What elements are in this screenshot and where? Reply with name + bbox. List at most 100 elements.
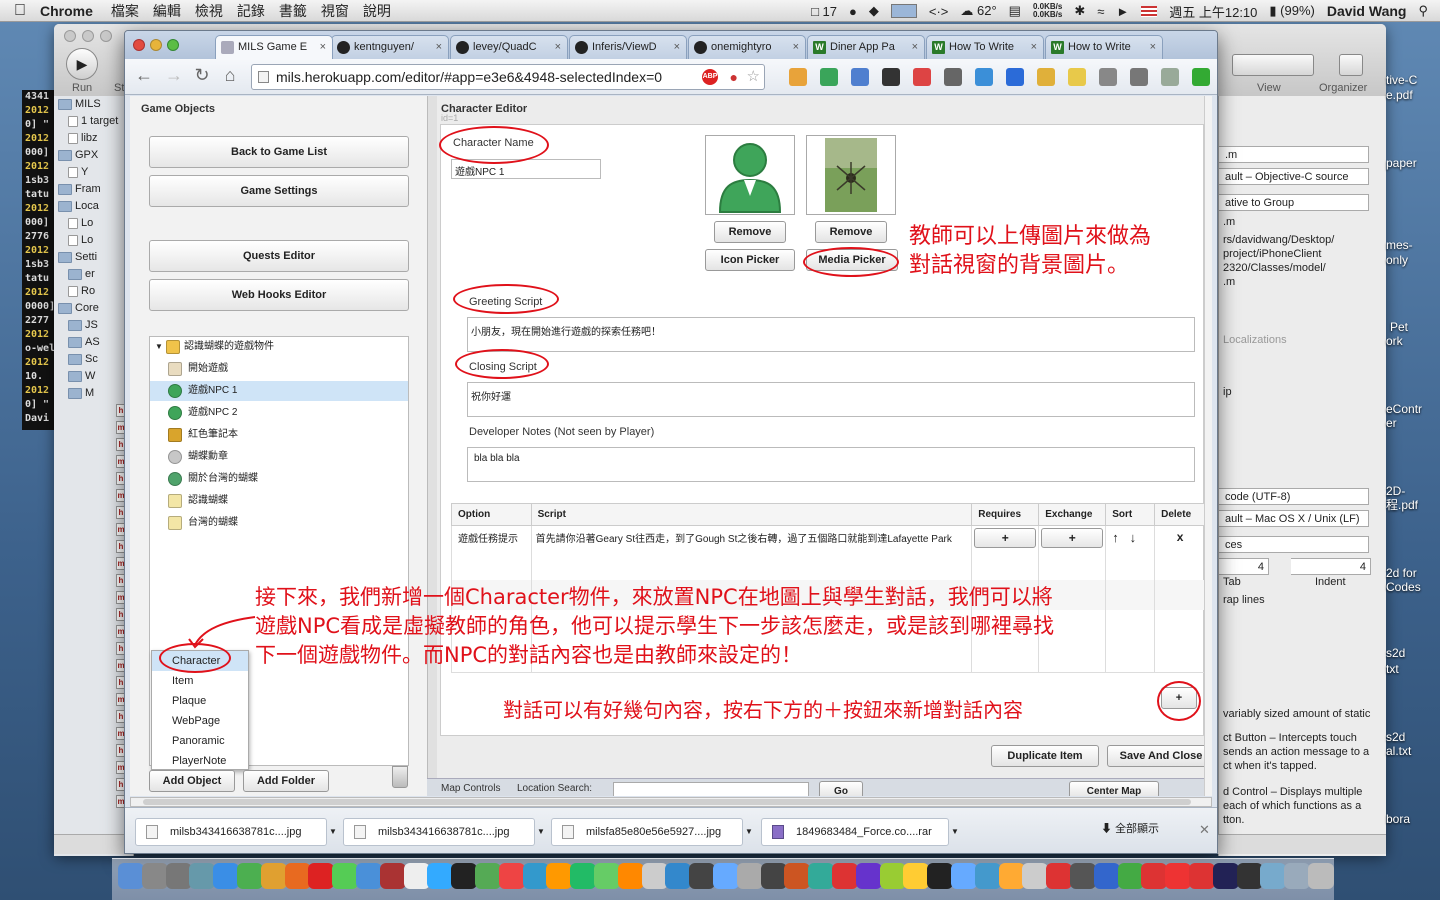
download-item[interactable]: milsb343416638781c....jpg ▼ [135, 818, 337, 846]
navigator-item[interactable]: M [54, 385, 133, 402]
inspector-field[interactable]: ault – Mac OS X / Unix (LF) [1219, 510, 1369, 527]
delete-row-icon[interactable]: x [1177, 530, 1184, 544]
back-icon[interactable]: ← [133, 65, 155, 86]
desktop-file-label[interactable]: eContr [1386, 402, 1422, 416]
header-file-row[interactable]: m [54, 487, 133, 504]
close-icon[interactable] [64, 30, 76, 42]
header-file-row[interactable]: h [54, 538, 133, 555]
desktop-file-label[interactable]: 程.pdf [1386, 498, 1418, 512]
browser-tab[interactable]: kentnguyen/ × [331, 35, 449, 59]
header-file-row[interactable]: m [54, 521, 133, 538]
dock-app-icon[interactable] [689, 863, 716, 889]
header-file-row[interactable]: h [54, 742, 133, 759]
horizontal-scrollbar[interactable] [130, 797, 1212, 807]
desktop-file-label[interactable]: txt [1386, 662, 1399, 676]
reload-icon[interactable]: ↻ [191, 65, 213, 86]
back-to-game-list-button[interactable]: Back to Game List [149, 136, 409, 168]
tree-item[interactable]: 遊戲NPC 1 [150, 381, 408, 401]
menu-item-playernote[interactable]: PlayerNote [152, 751, 248, 771]
adblock-icon[interactable]: ABP [702, 69, 718, 85]
icon-picker-button[interactable]: Icon Picker [705, 249, 795, 271]
remove-media-button[interactable]: Remove [815, 221, 887, 243]
header-file-row[interactable]: m [54, 419, 133, 436]
navigator-item[interactable]: Lo [54, 215, 133, 232]
organizer-button[interactable] [1339, 54, 1363, 76]
desktop-file-label[interactable]: al.txt [1386, 744, 1411, 758]
battery-icon[interactable]: ▮ (99%) [1269, 3, 1314, 19]
dock-app-icon[interactable] [1260, 863, 1287, 889]
wifi-icon[interactable]: ≈ [1097, 4, 1104, 19]
dock-app-icon[interactable] [1284, 863, 1311, 889]
dock-app-icon[interactable] [118, 863, 144, 889]
header-file-row[interactable]: m [54, 793, 133, 810]
inspector-field[interactable]: 4 [1219, 558, 1269, 575]
dock-app-icon[interactable] [403, 863, 430, 889]
menu-item-item[interactable]: Item [152, 671, 248, 691]
magnifier-icon[interactable] [1099, 68, 1117, 86]
option-cell[interactable]: 遊戲任務提示 [451, 525, 532, 550]
desktop-file-label[interactable]: e.pdf [1386, 88, 1413, 102]
desktop-file-label[interactable]: only [1386, 253, 1408, 267]
desktop-file-label[interactable]: ork [1386, 334, 1403, 348]
dock-app-icon[interactable] [1093, 863, 1120, 889]
dock-app-icon[interactable] [641, 863, 668, 889]
browser-tab[interactable]: W How to Write × [1045, 35, 1163, 59]
dock-app-icon[interactable] [879, 863, 906, 889]
flag-icon[interactable] [1141, 5, 1158, 17]
dock-app-icon[interactable] [1022, 863, 1049, 889]
close-tab-icon[interactable]: × [674, 36, 680, 58]
header-file-row[interactable]: m [54, 623, 133, 640]
header-file-row[interactable]: h [54, 572, 133, 589]
dock-app-icon[interactable] [855, 863, 882, 889]
dock-app-icon[interactable] [189, 863, 216, 889]
dock-app-icon[interactable] [760, 863, 787, 889]
chevron-down-icon[interactable]: ▼ [948, 819, 962, 845]
sort-up-icon[interactable]: ↑ [1112, 530, 1119, 545]
dock-app-icon[interactable] [736, 863, 763, 889]
dock-app-icon[interactable] [1236, 863, 1263, 889]
menu-history[interactable]: 記錄 [237, 1, 265, 21]
volume-icon[interactable]: ► [1116, 4, 1129, 19]
cube-icon[interactable] [975, 68, 993, 86]
dock-app-icon[interactable] [903, 863, 930, 889]
tree-folder[interactable]: ▼ 認識蝴蝶的遊戲物件 [150, 337, 408, 357]
desktop-file-label[interactable]: 2d for [1386, 566, 1417, 580]
close-tab-icon[interactable]: × [320, 36, 326, 58]
download-icon[interactable] [1006, 68, 1024, 86]
browser-tab[interactable]: W How To Write × [926, 35, 1044, 59]
menu-item-webpage[interactable]: WebPage [152, 711, 248, 731]
add-object-button[interactable]: Add Object [149, 770, 235, 792]
header-file-row[interactable]: h [54, 470, 133, 487]
desktop-file-label[interactable]: s2d [1386, 730, 1405, 744]
close-tab-icon[interactable]: × [912, 36, 918, 58]
navigator-item[interactable]: 1 target [54, 113, 133, 130]
dock-app-icon[interactable] [832, 863, 858, 889]
header-file-row[interactable]: h [54, 708, 133, 725]
menu-edit[interactable]: 編輯 [153, 1, 181, 21]
dock-app-icon[interactable] [1212, 863, 1239, 889]
bug-icon[interactable] [944, 68, 962, 86]
navigator-item[interactable]: MILS [54, 96, 133, 113]
menu-file[interactable]: 檔案 [111, 1, 139, 21]
dock-app-icon[interactable] [546, 863, 573, 889]
game-settings-button[interactable]: Game Settings [149, 175, 409, 207]
plus-icon[interactable] [1192, 68, 1210, 86]
quests-editor-button[interactable]: Quests Editor [149, 240, 409, 272]
run-button[interactable]: ▶ [66, 48, 98, 80]
header-file-row[interactable]: h [54, 640, 133, 657]
folder-icon[interactable] [1068, 68, 1086, 86]
remove-icon-button[interactable]: Remove [714, 221, 786, 243]
dock-app-icon[interactable] [308, 863, 335, 889]
dock-app-icon[interactable] [1189, 863, 1215, 889]
header-file-row[interactable]: h [54, 606, 133, 623]
navigator-item[interactable]: libz [54, 130, 133, 147]
tree-item[interactable]: 台灣的蝴蝶 [150, 513, 408, 533]
dock-app-icon[interactable] [951, 863, 977, 889]
browser-tab[interactable]: W Diner App Pa × [807, 35, 925, 59]
show-all-downloads[interactable]: ⬇ 全部顯示 [1101, 820, 1159, 836]
tree-item[interactable]: 紅色筆記本 [150, 425, 408, 445]
scrollbar-thumb[interactable] [143, 799, 1191, 805]
save-and-close-button[interactable]: Save And Close [1107, 745, 1212, 767]
tree-item[interactable]: 遊戲NPC 2 [150, 403, 408, 423]
inspector-field[interactable]: code (UTF-8) [1219, 488, 1369, 505]
